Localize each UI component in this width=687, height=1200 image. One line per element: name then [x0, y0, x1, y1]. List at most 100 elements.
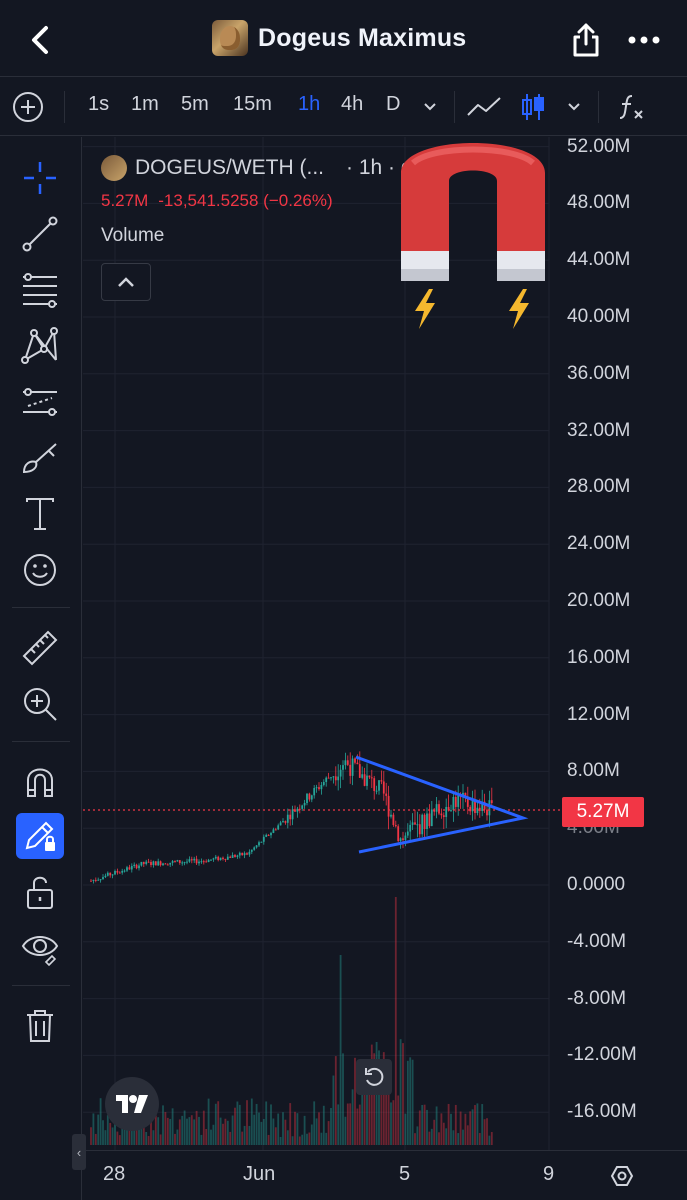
collapse-legend-button[interactable]	[101, 263, 151, 301]
candle-body	[313, 787, 316, 796]
candle-body	[212, 858, 215, 860]
candle-body	[207, 859, 210, 863]
volume-bar	[481, 1104, 484, 1145]
axis-settings-button[interactable]	[605, 1159, 639, 1193]
candle-body	[272, 829, 275, 833]
zoom-in-tool[interactable]	[16, 681, 64, 727]
candle-body	[260, 841, 263, 843]
volume-bar	[267, 1134, 270, 1145]
lock-drawings-tool[interactable]	[16, 869, 64, 915]
drawing-tools-rail	[0, 137, 82, 1200]
timeframe-5m[interactable]: 5m	[181, 93, 209, 116]
candle-body	[222, 857, 224, 859]
fib-retracement-icon	[23, 273, 57, 308]
volume-bar	[193, 1119, 196, 1145]
tv-logo-icon	[116, 1095, 148, 1113]
stay-in-drawing-mode-tool[interactable]	[16, 813, 64, 859]
volume-bar	[262, 1119, 265, 1145]
volume-bar	[106, 1115, 109, 1145]
rotate-ccw-icon	[365, 1067, 384, 1086]
candle-body	[183, 862, 186, 864]
volume-bar	[459, 1111, 462, 1145]
chevron-down-icon	[424, 103, 436, 111]
timeframe-1s[interactable]: 1s	[88, 93, 109, 116]
volume-bar	[210, 1129, 212, 1145]
volume-bar	[109, 1122, 112, 1145]
candle-body	[356, 762, 359, 765]
price-axis-label: -12.00M	[567, 1044, 637, 1066]
price-axis-label: -8.00M	[567, 987, 627, 1009]
candle-body	[133, 864, 136, 867]
trend-line-tool[interactable]	[16, 211, 64, 257]
price-axis-label: 0.0000	[567, 874, 626, 895]
zoom-in-icon	[24, 688, 57, 721]
candles-chart-type-button[interactable]	[515, 91, 551, 123]
volume-bar	[358, 1104, 361, 1145]
timeframe-1m[interactable]: 1m	[131, 93, 159, 116]
candle-body	[99, 879, 102, 881]
candle-body	[308, 793, 311, 800]
emoji-tool[interactable]	[16, 547, 64, 593]
candle-body	[289, 814, 292, 820]
candle-body	[454, 797, 457, 807]
share-button[interactable]	[566, 18, 606, 62]
price-axis-label: 52.00M	[567, 135, 631, 157]
volume-bar	[162, 1105, 164, 1145]
volume-bar	[411, 1059, 414, 1145]
candle-body	[322, 781, 325, 785]
price-axis-label: 28.00M	[567, 476, 631, 498]
chart-type-dropdown[interactable]	[556, 91, 592, 123]
volume-bar	[238, 1104, 241, 1145]
pattern-tool[interactable]	[16, 323, 64, 369]
volume-bar	[111, 1127, 114, 1145]
prediction-tool[interactable]	[16, 379, 64, 425]
remove-drawings-tool[interactable]	[16, 1003, 64, 1049]
volume-legend[interactable]: Volume	[101, 225, 430, 247]
brush-tool[interactable]	[16, 435, 64, 481]
magnet-tool[interactable]	[16, 757, 64, 803]
volume-bar	[394, 897, 397, 1145]
divider	[12, 741, 70, 742]
symbol-name[interactable]: DOGEUS/WETH (...	[135, 156, 324, 180]
candle-body	[332, 776, 335, 778]
tradingview-logo[interactable]	[105, 1077, 159, 1131]
candle-body	[306, 793, 308, 804]
volume-bar	[320, 1132, 323, 1145]
timeframe-15m[interactable]: 15m	[233, 93, 272, 116]
ruler-tool[interactable]	[16, 625, 64, 671]
line-chart-type-button[interactable]	[466, 91, 502, 123]
chart-pane[interactable]: DOGEUS/WETH (... · 1h · d... 5.27M -13,5…	[83, 135, 687, 1150]
back-button[interactable]	[18, 18, 62, 62]
time-axis[interactable]: 28 Jun 5 9	[83, 1150, 687, 1200]
add-indicator-button[interactable]	[12, 91, 44, 123]
timeframe-dropdown[interactable]	[412, 91, 448, 123]
token-avatar	[212, 20, 248, 56]
volume-bar	[198, 1116, 200, 1145]
candle-body	[270, 832, 272, 836]
candle-body	[277, 825, 280, 830]
volume-bar	[214, 1103, 217, 1145]
timeframe-1h[interactable]: 1h	[298, 93, 320, 116]
divider	[64, 91, 65, 123]
reset-chart-button[interactable]	[356, 1059, 392, 1095]
candle-body	[344, 760, 347, 766]
candle-body	[171, 861, 174, 863]
timeframe-4h[interactable]: 4h	[341, 93, 363, 116]
volume-bar	[337, 1104, 340, 1145]
fib-retracement-tool[interactable]	[16, 267, 64, 313]
volume-bar	[169, 1118, 172, 1145]
text-tool[interactable]	[16, 491, 64, 537]
timeframe-d[interactable]: D	[386, 93, 400, 116]
candle-body	[325, 777, 328, 782]
indicators-button[interactable]	[614, 91, 650, 123]
symbol-avatar	[101, 155, 127, 181]
hide-drawings-tool[interactable]	[16, 925, 64, 971]
volume-bar	[399, 1039, 402, 1145]
more-button[interactable]	[622, 18, 666, 62]
volume-bar	[306, 1133, 308, 1145]
volume-bar	[231, 1115, 234, 1145]
volume-bar	[157, 1117, 160, 1145]
crosshair-tool[interactable]	[16, 155, 64, 201]
volume-bar	[152, 1130, 155, 1145]
candle-body	[301, 805, 304, 809]
